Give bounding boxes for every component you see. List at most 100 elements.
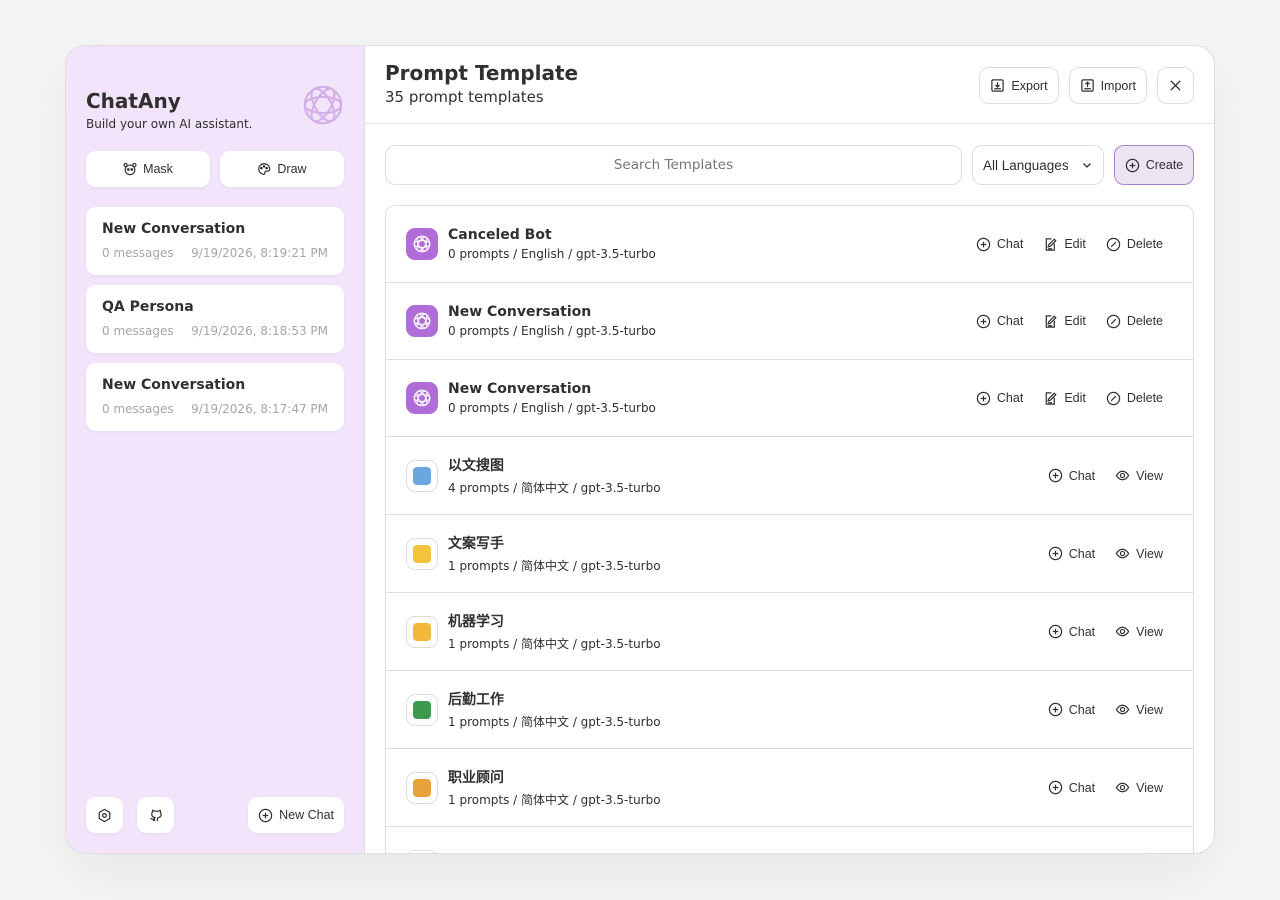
plus-circle-icon <box>976 237 991 251</box>
mask-button[interactable]: Mask <box>86 151 210 187</box>
template-avatar <box>406 615 438 648</box>
create-label: Create <box>1145 158 1184 172</box>
delete-button[interactable]: Delete <box>1106 314 1163 329</box>
chat-item[interactable]: New Conversation 0 messages 9/19/2026, 8… <box>86 207 344 275</box>
template-avatar <box>406 771 438 804</box>
view-button[interactable]: View <box>1115 546 1163 561</box>
template-row: 后勤工作 1 prompts / 简体中文 / gpt-3.5-turbo Chat… <box>386 671 1193 749</box>
close-button[interactable] <box>1157 67 1194 104</box>
template-row: New Conversation 0 prompts / English / gp… <box>386 283 1193 360</box>
edit-button[interactable]: Edit <box>1043 391 1086 406</box>
template-title: Canceled Bot <box>448 227 552 243</box>
template-meta: 1 prompts / 简体中文 / gpt-3.5-turbo <box>448 793 661 807</box>
template-title: 职业顾问 <box>448 770 504 786</box>
cat-face-emoji <box>413 544 431 563</box>
nerd-face-emoji <box>413 622 431 641</box>
chat-meta: 0 messages 9/19/2026, 8:19:21 PM <box>102 246 328 260</box>
plus-circle-icon <box>1048 624 1062 639</box>
import-label: Import <box>1100 78 1136 93</box>
eye-icon <box>1115 626 1130 637</box>
export-button[interactable]: Export <box>979 67 1059 104</box>
github-button[interactable] <box>137 797 174 833</box>
chat-button[interactable]: Chat <box>1048 624 1095 639</box>
toolbar: All Languages Create <box>385 145 1194 185</box>
plus-circle-icon <box>1048 780 1062 795</box>
chat-title: QA Persona <box>102 299 194 315</box>
chat-button[interactable]: Chat <box>976 391 1023 406</box>
delete-label: Delete <box>1126 314 1163 328</box>
delete-button[interactable]: Delete <box>1106 391 1163 406</box>
new-chat-label: New Chat <box>279 808 334 822</box>
openai-logo-icon <box>303 85 343 125</box>
search-input[interactable] <box>385 145 962 185</box>
sidebar-actions: Mask Draw <box>86 151 344 187</box>
template-actions: Chat Edit Delete <box>976 391 1163 406</box>
template-actions: Chat View <box>1048 780 1163 795</box>
template-title: New Conversation <box>448 381 592 397</box>
view-button[interactable]: View <box>1115 624 1163 639</box>
eye-icon <box>1115 470 1130 481</box>
template-meta: 0 prompts / English / gpt-3.5-turbo <box>448 324 656 338</box>
view-label: View <box>1136 468 1163 483</box>
template-row: Canceled Bot 0 prompts / English / gpt-3.… <box>386 206 1193 283</box>
template-text: 职业顾问 1 prompts / 简体中文 / gpt-3.5-turbo <box>448 767 661 808</box>
template-title: 机器学习 <box>448 614 504 630</box>
draw-button[interactable]: Draw <box>220 151 344 187</box>
new-chat-button[interactable]: New Chat <box>248 797 344 833</box>
language-select[interactable]: All Languages <box>972 145 1104 185</box>
chat-label: Chat <box>996 391 1024 405</box>
chat-button[interactable]: Chat <box>976 314 1023 329</box>
template-avatar <box>406 693 438 726</box>
chat-button[interactable]: Chat <box>1048 780 1095 795</box>
delete-button[interactable]: Delete <box>1106 237 1163 252</box>
page-header: Prompt Template 35 prompt templates Expo… <box>365 46 1214 124</box>
chat-item[interactable]: New Conversation 0 messages 9/19/2026, 8… <box>86 363 344 431</box>
chat-time: 9/19/2026, 8:19:21 PM <box>191 246 328 260</box>
edit-button[interactable]: Edit <box>1043 314 1086 329</box>
chevron-down-icon <box>1083 163 1091 168</box>
sidebar-footer: New Chat <box>86 797 344 833</box>
chat-button[interactable]: Chat <box>1048 546 1095 561</box>
view-label: View <box>1136 702 1163 717</box>
template-actions: Chat View <box>1048 546 1163 561</box>
template-meta: 0 prompts / English / gpt-3.5-turbo <box>448 401 656 415</box>
mask-label: Mask <box>143 162 173 176</box>
chat-button[interactable]: Chat <box>1048 702 1095 717</box>
chat-label: Chat <box>1068 468 1096 483</box>
chat-list: New Conversation 0 messages 9/19/2026, 8… <box>86 207 344 431</box>
template-row: 以文搜图 4 prompts / 简体中文 / gpt-3.5-turbo Chat… <box>386 437 1193 515</box>
download-icon <box>991 79 1005 92</box>
edit-button[interactable]: Edit <box>1043 237 1086 252</box>
create-button[interactable]: Create <box>1114 145 1194 185</box>
settings-icon <box>98 808 111 822</box>
header-actions: Export Import <box>979 67 1194 104</box>
plus-circle-icon <box>976 391 991 405</box>
template-row: 英专写手ChatView <box>386 827 1193 853</box>
openai-logo-icon <box>413 389 431 407</box>
chat-count: 0 messages <box>102 246 174 260</box>
template-avatar <box>406 849 438 853</box>
edit-icon <box>1045 314 1057 328</box>
view-button[interactable]: View <box>1115 468 1163 483</box>
delete-label: Delete <box>1126 391 1163 405</box>
plus-circle-icon <box>1048 702 1062 717</box>
import-button[interactable]: Import <box>1068 67 1147 104</box>
chat-item[interactable]: QA Persona 0 messages 9/19/2026, 8:18:53… <box>86 285 344 353</box>
openai-logo-icon <box>413 235 431 253</box>
view-button[interactable]: View <box>1115 780 1163 795</box>
template-actions: Chat View <box>1048 702 1163 717</box>
template-title: 后勤工作 <box>448 692 504 708</box>
delete-label: Delete <box>1126 237 1163 251</box>
chat-button[interactable]: Chat <box>1048 468 1095 483</box>
chat-label: Chat <box>1068 780 1096 795</box>
template-text: Canceled Bot 0 prompts / English / gpt-3.… <box>448 227 656 261</box>
chat-button[interactable]: Chat <box>976 237 1023 252</box>
office-worker-emoji <box>413 778 431 797</box>
view-button[interactable]: View <box>1115 702 1163 717</box>
template-actions: Chat View <box>1048 468 1163 483</box>
settings-button[interactable] <box>86 797 123 833</box>
template-row: 职业顾问 1 prompts / 简体中文 / gpt-3.5-turbo Chat… <box>386 749 1193 827</box>
template-meta: 1 prompts / 简体中文 / gpt-3.5-turbo <box>448 715 661 729</box>
template-meta: 1 prompts / 简体中文 / gpt-3.5-turbo <box>448 637 661 651</box>
mask-icon <box>123 162 137 176</box>
